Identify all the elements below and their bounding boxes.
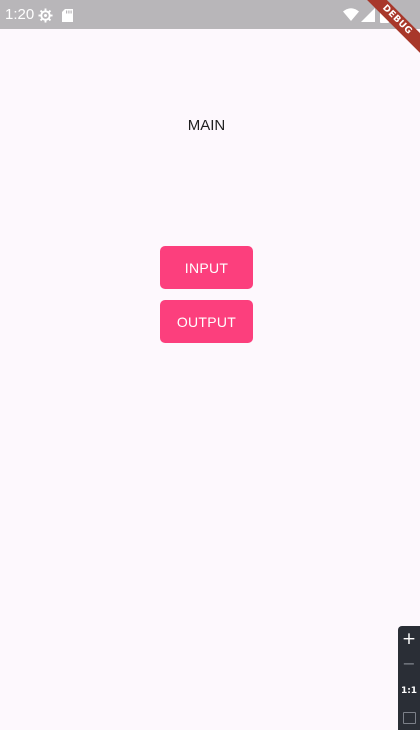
minus-icon[interactable]: −: [398, 654, 420, 673]
input-button[interactable]: INPUT: [160, 246, 253, 289]
wifi-icon: [343, 8, 359, 26]
page-title: MAIN: [187, 117, 226, 134]
fit-screen-icon[interactable]: [403, 712, 416, 724]
status-bar: 1:20: [0, 0, 420, 29]
actual-size-button[interactable]: 1:1: [398, 686, 420, 696]
output-button[interactable]: OUTPUT: [160, 300, 253, 343]
zoom-controls: + − 1:1: [398, 626, 420, 730]
status-time: 1:20: [5, 6, 35, 23]
plus-icon[interactable]: +: [398, 629, 420, 649]
settings-gear-icon: [38, 8, 53, 28]
signal-icon: [361, 8, 375, 27]
battery-icon: [380, 7, 389, 28]
sd-card-icon: [62, 9, 73, 27]
